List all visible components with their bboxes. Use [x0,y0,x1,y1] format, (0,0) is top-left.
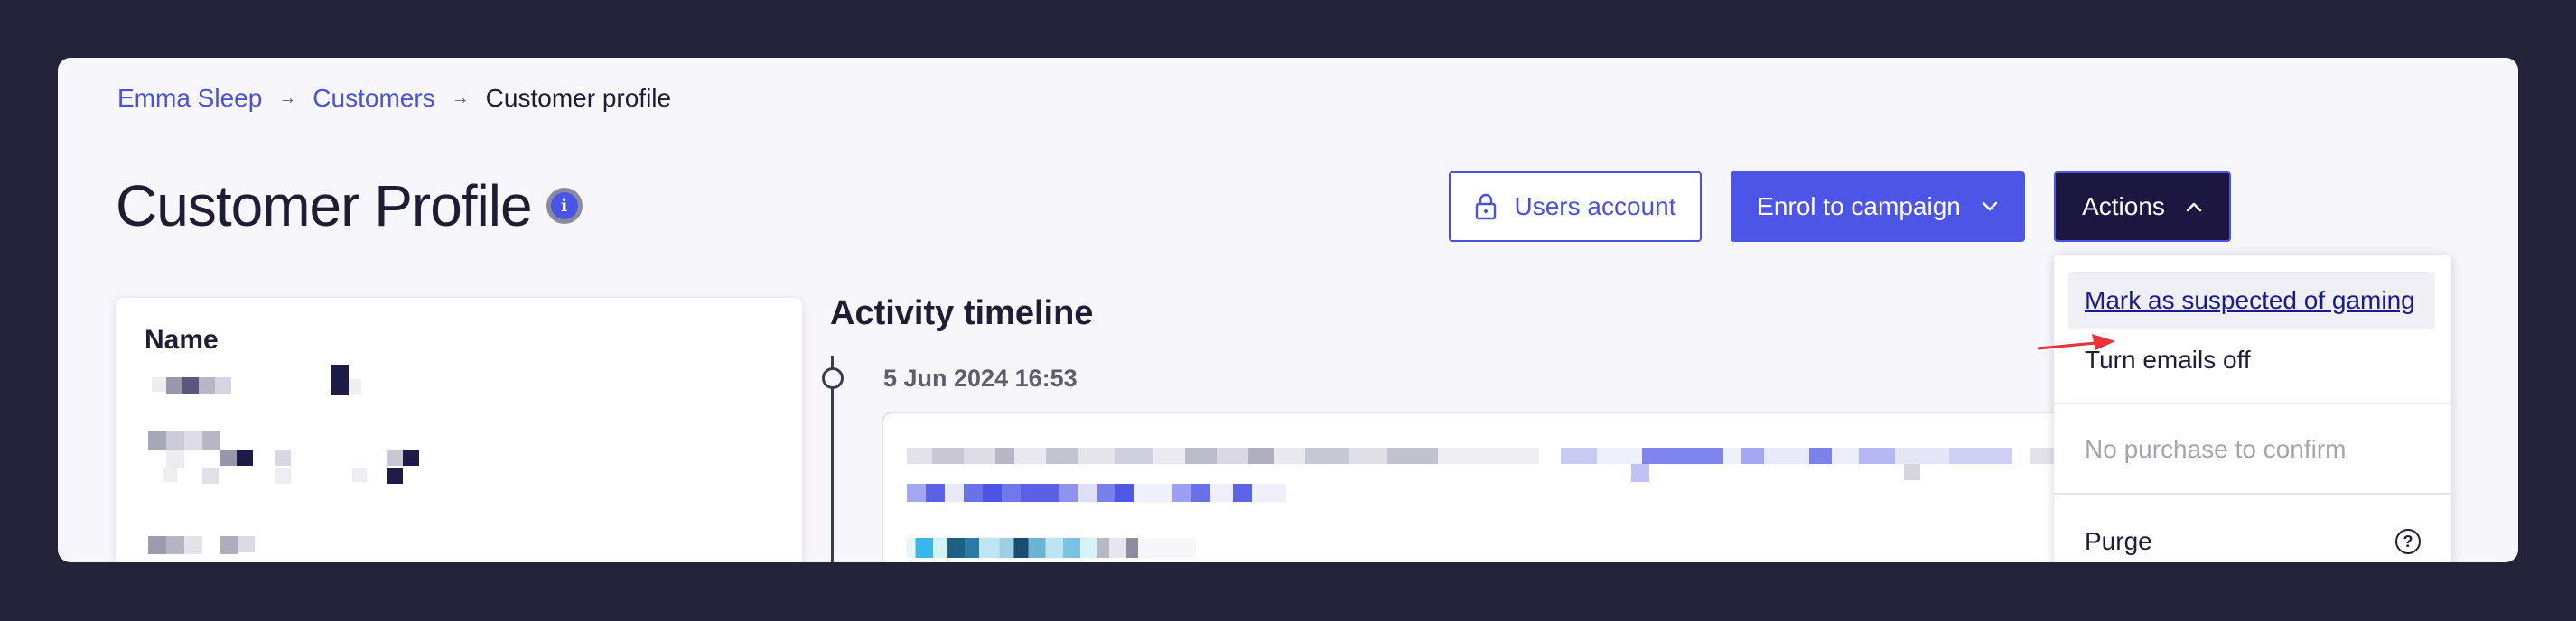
timeline-entry-card [882,412,2236,562]
annotation-arrow-icon [2037,334,2115,350]
actions-label: Actions [2082,192,2165,220]
timeline-title: Activity timeline [830,294,1094,332]
chevron-down-icon [1981,200,1999,213]
arrow-right-icon: → [278,88,297,108]
menu-item-purge-label: Purge [2085,527,2152,555]
breadcrumb: Emma Sleep → Customers → Customer profil… [117,83,671,114]
chevron-up-icon [2185,200,2203,213]
breadcrumb-link-emma-sleep[interactable]: Emma Sleep [117,84,262,113]
lock-icon [1475,193,1497,220]
menu-item-no-purchase-to-confirm: No purchase to confirm [2085,435,2347,463]
breadcrumb-current: Customer profile [485,84,672,112]
menu-item-purge[interactable]: Purge ? [2054,513,2451,562]
enrol-to-campaign-button[interactable]: Enrol to campaign [1731,171,2025,242]
page-title: Customer Profile [116,173,533,238]
actions-button[interactable]: Actions [2054,171,2231,242]
enrol-label: Enrol to campaign [1757,192,1961,220]
menu-item-mark-suspected-gaming[interactable]: Mark as suspected of gaming [2068,272,2435,329]
name-label: Name [145,325,219,355]
info-icon[interactable]: i [546,188,583,224]
page-title-row: Customer Profile i [116,170,583,242]
menu-divider [2054,493,2451,495]
users-account-button[interactable]: Users account [1449,171,1702,242]
timeline-entry-date: 5 Jun 2024 16:53 [883,365,1078,392]
users-account-label: Users account [1514,192,1676,220]
main-card: Emma Sleep → Customers → Customer profil… [58,58,2518,562]
breadcrumb-link-customers[interactable]: Customers [313,84,434,113]
arrow-right-icon: → [451,88,470,108]
customer-details-panel: Name [116,298,802,562]
menu-divider [2054,403,2451,404]
actions-dropdown-menu: Mark as suspected of gaming Turn emails … [2054,255,2451,562]
timeline-dot [822,367,844,389]
help-circle-icon[interactable]: ? [2395,529,2421,554]
